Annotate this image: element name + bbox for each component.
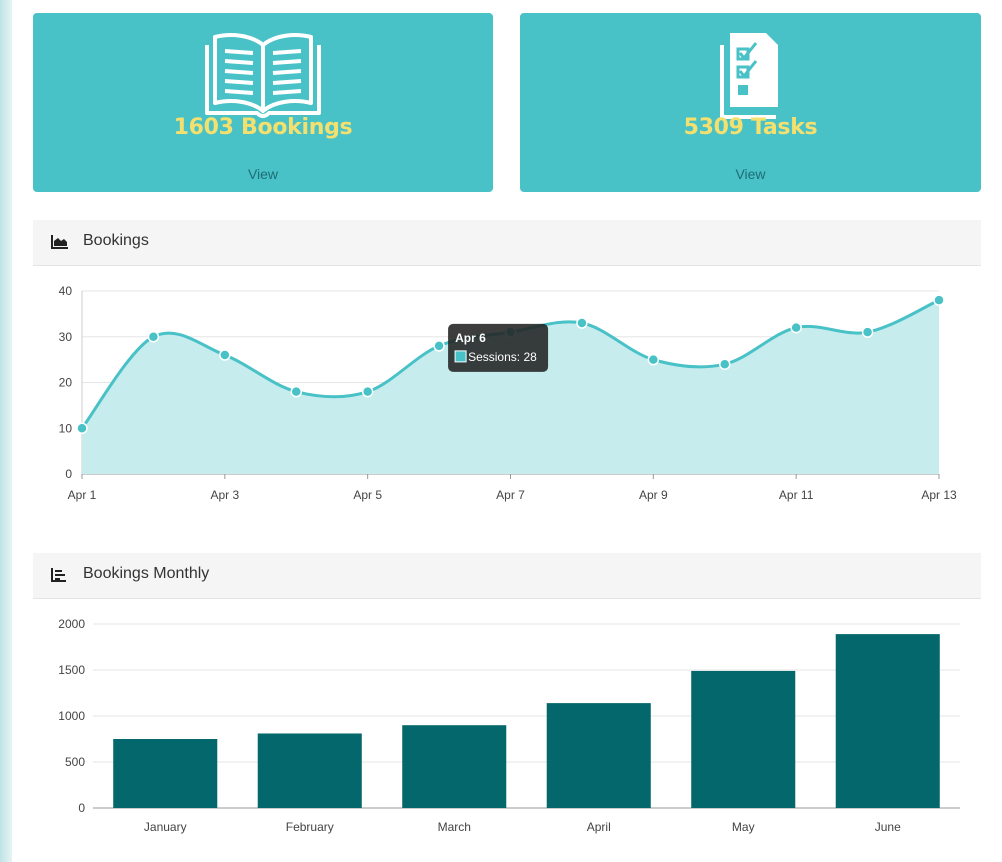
bar [546,703,651,808]
y-tick-label: 2000 [58,617,85,631]
bookings-view-link[interactable]: View [33,166,493,182]
data-point [290,385,302,398]
x-tick-label: January [144,820,187,834]
bookings-monthly-panel-header: Bookings Monthly [33,553,981,599]
y-tick-label: 10 [59,421,73,435]
data-point [576,317,588,329]
bar [691,670,796,808]
data-point [790,321,802,334]
data-point [861,326,874,338]
x-tick-label: Apr 1 [68,488,97,502]
x-tick-label: Apr 13 [921,488,957,502]
y-tick-label: 1000 [58,709,85,723]
y-tick-label: 500 [65,755,85,769]
y-tick-label: 0 [65,467,72,481]
y-tick-label: 1500 [58,663,85,677]
x-tick-label: April [587,820,611,834]
x-tick-label: Apr 5 [353,488,382,502]
data-point [433,340,445,352]
bookings-line-chart: 0 10 20 30 40 Apr 1 Apr 3 Apr 5 Apr 7 Apr 9 Apr 11… [59,284,957,502]
y-tick-label: 30 [59,330,73,344]
tasks-stat-card: 5309 Tasks View [520,13,981,192]
bar [257,733,362,808]
x-tick-label: May [732,820,755,834]
data-point [933,294,945,306]
tooltip-swatch [454,350,467,363]
data-point [76,422,88,434]
bookings-panel-header: Bookings [33,220,981,266]
bookings-monthly-bar-chart: 0 500 1000 1500 2000 January February March Apri… [58,617,960,834]
x-tick-label: March [438,820,471,834]
data-point [361,385,374,398]
bar-chart-icon [51,568,67,587]
tooltip-title: Apr 6 [455,331,486,345]
y-tick-label: 20 [59,376,73,390]
area-chart-icon [51,235,69,254]
x-tick-label: Apr 3 [210,488,239,502]
bar [402,725,507,808]
data-point [147,331,160,343]
bar [835,634,940,808]
bookings-panel-title: Bookings [83,232,149,249]
tasks-view-link[interactable]: View [520,166,981,182]
y-tick-label: 0 [78,801,85,815]
bookings-monthly-panel-title: Bookings Monthly [83,565,210,582]
y-tick-label: 40 [59,284,73,298]
data-point [647,353,660,366]
x-tick-label: Apr 7 [496,488,525,502]
data-point [719,358,731,370]
checklist-icon [716,25,786,126]
open-book-icon [203,25,323,126]
data-point [219,349,231,361]
x-tick-label: February [286,820,334,834]
x-tick-label: Apr 9 [639,488,668,502]
bookings-stat-card: 1603 Bookings View [33,13,493,192]
bar [113,739,218,808]
tasks-count: 5309 Tasks [683,115,818,140]
bookings-count: 1603 Bookings [173,115,353,140]
x-tick-label: June [875,820,901,834]
x-tick-label: Apr 11 [779,488,814,502]
sidebar-edge [0,0,12,862]
tooltip-label: Sessions: 28 [468,350,537,364]
